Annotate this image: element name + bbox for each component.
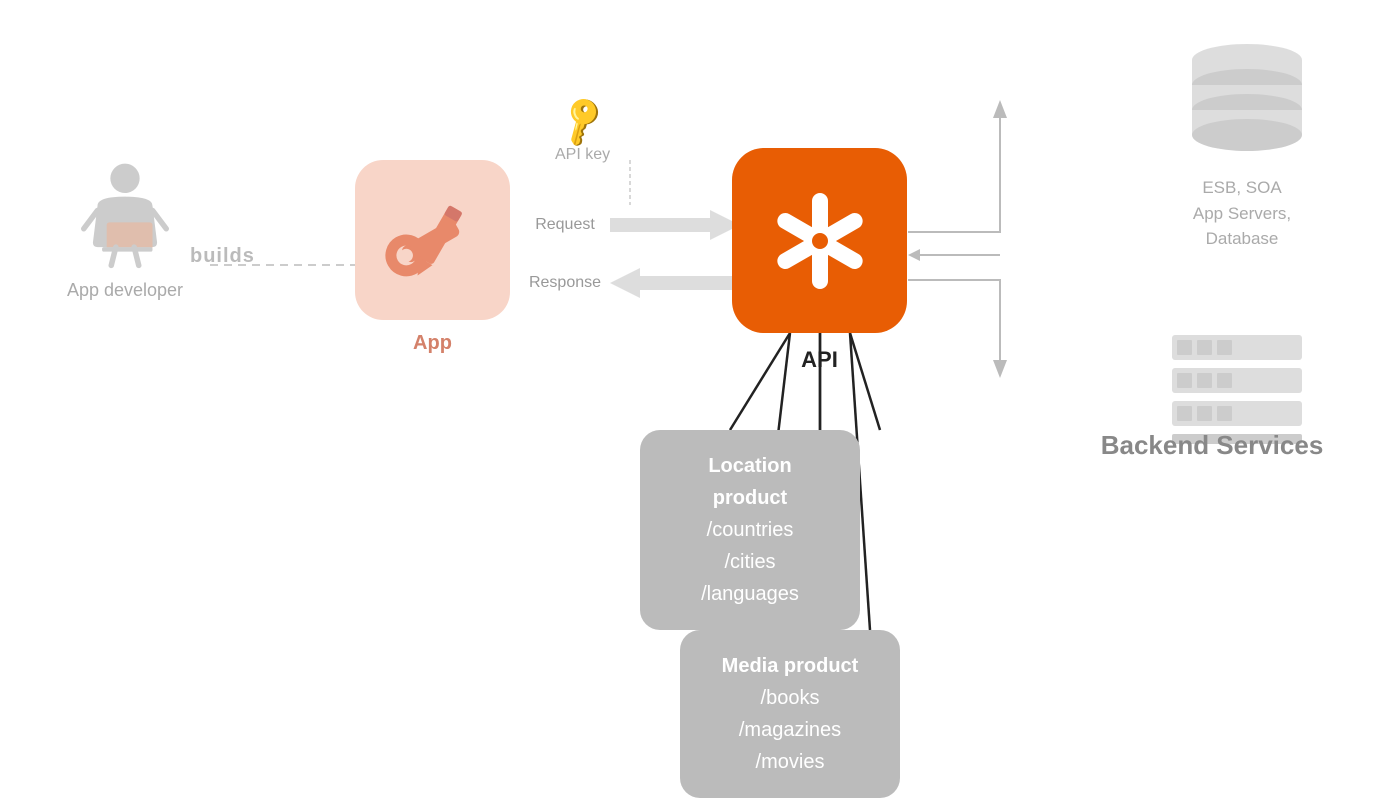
- location-countries: /countries: [670, 514, 830, 546]
- tools-icon: [378, 185, 488, 295]
- api-key-label: API key: [555, 146, 610, 164]
- esb-label: ESB, SOA App Servers, Database: [1142, 175, 1342, 252]
- app-label: App: [355, 332, 510, 355]
- api-snowflake-icon: [765, 186, 875, 296]
- location-cities: /cities: [670, 546, 830, 578]
- api-label: API: [732, 347, 907, 373]
- app-box: [355, 160, 510, 320]
- location-product-box: Location product /countries /cities /lan…: [640, 430, 860, 630]
- api-box: [732, 148, 907, 333]
- response-arrow-group: Response: [520, 268, 740, 298]
- request-label: Request: [520, 216, 610, 234]
- location-product-title: Location product: [670, 450, 830, 514]
- media-movies: /movies: [710, 746, 870, 778]
- database-icon: [1182, 40, 1312, 160]
- response-label: Response: [520, 274, 610, 292]
- location-languages: /languages: [670, 578, 830, 610]
- backend-services-label: Backend Services: [1082, 430, 1342, 461]
- request-arrow: [610, 210, 740, 240]
- media-product-box: Media product /books /magazines /movies: [680, 630, 900, 798]
- response-arrow: [610, 268, 740, 298]
- person-icon: [80, 160, 170, 270]
- app-developer-group: App developer: [40, 160, 210, 301]
- media-product-title: Media product: [710, 650, 870, 682]
- media-books: /books: [710, 682, 870, 714]
- media-magazines: /magazines: [710, 714, 870, 746]
- database-icon-group: [1182, 40, 1312, 165]
- builds-label: builds: [190, 245, 255, 268]
- key-icon: 🔑: [553, 92, 613, 151]
- api-key-group: 🔑 API key: [555, 100, 610, 164]
- app-developer-label: App developer: [67, 280, 183, 301]
- diagram-container: App developer builds App 🔑 API key Reque…: [0, 0, 1382, 810]
- request-arrow-group: Request: [520, 210, 740, 240]
